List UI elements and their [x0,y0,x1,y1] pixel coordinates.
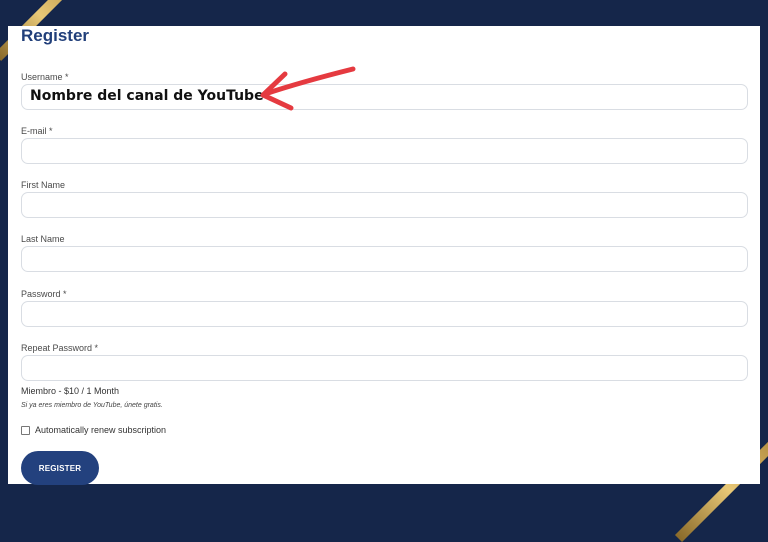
first-name-field[interactable] [21,192,748,218]
email-label: E-mail * [21,126,53,136]
repeat-password-label: Repeat Password * [21,343,99,353]
email-field[interactable] [21,138,748,164]
password-label: Password * [21,289,67,299]
register-button[interactable]: REGISTER [21,451,99,485]
username-field[interactable]: Nombre del canal de YouTube [21,84,748,110]
first-name-label: First Name [21,180,66,190]
auto-renew-row[interactable]: Automatically renew subscription [21,425,166,435]
auto-renew-label: Automatically renew subscription [35,425,167,435]
page-title: Register [21,26,90,45]
auto-renew-checkbox[interactable] [21,425,30,435]
membership-note: Si ya eres miembro de YouTube, únete gra… [21,402,163,409]
register-form-card: Register Username * Nombre del canal de … [8,26,760,485]
membership-plan: Miembro - $10 / 1 Month [21,386,120,396]
username-label: Username * [21,72,69,82]
password-field[interactable] [21,301,748,327]
last-name-field[interactable] [21,246,748,272]
annotation-arrow-icon [260,66,356,111]
last-name-label: Last Name [21,234,65,244]
repeat-password-field[interactable] [21,355,748,381]
username-value: Nombre del canal de YouTube [30,88,264,104]
